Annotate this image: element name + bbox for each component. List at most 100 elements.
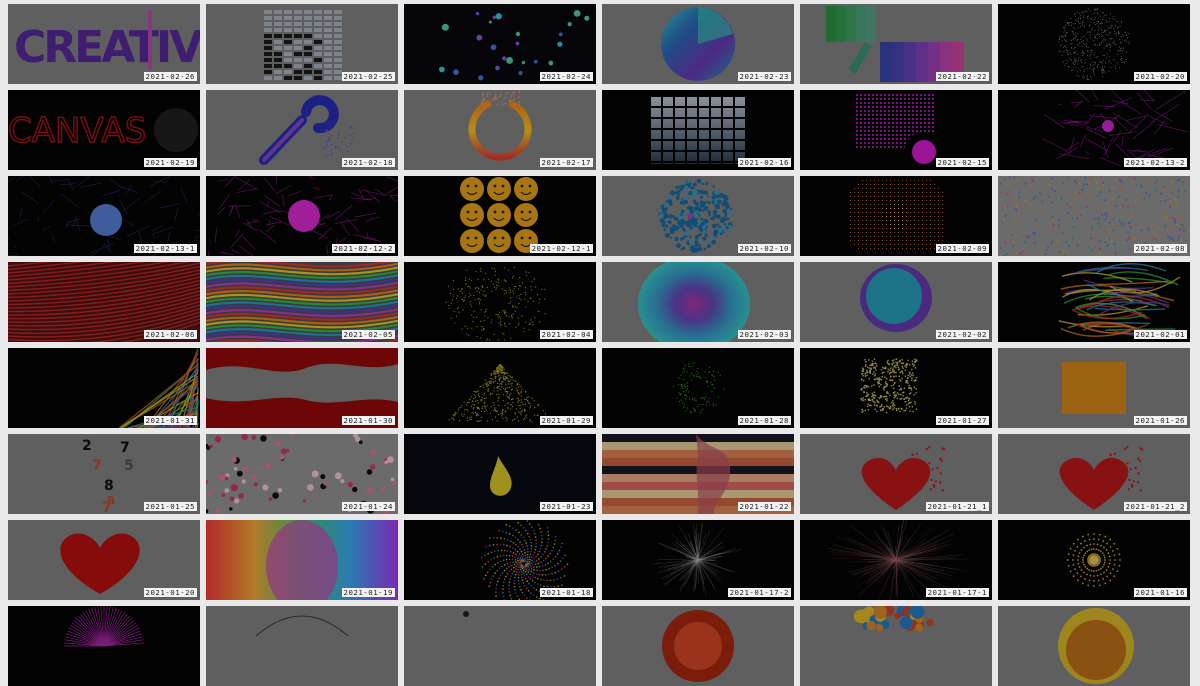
sketch-date-label: 2021-01-22 (738, 502, 792, 511)
sketch-thumbnail[interactable]: 2021-02-15 (800, 90, 992, 170)
sketch-thumbnail[interactable]: 2021-02-25 (206, 4, 398, 84)
sketch-date-label: 2021-01-17-2 (728, 588, 791, 597)
sketch-thumbnail[interactable] (8, 606, 200, 686)
sketch-thumbnail[interactable]: 2021-01-20 (8, 520, 200, 600)
sketch-thumbnail[interactable]: 2021-01-26 (998, 348, 1190, 428)
sketch-thumbnail[interactable] (404, 606, 596, 686)
sketch-date-label: 2021-01-27 (936, 416, 990, 425)
svg-text:7: 7 (120, 440, 130, 456)
sketch-preview-image (998, 606, 1190, 686)
sketch-date-label: 2021-01-18 (540, 588, 594, 597)
sketch-thumbnail[interactable]: 2021-02-20 (998, 4, 1190, 84)
sketch-date-label: 2021-02-06 (144, 330, 198, 339)
sketch-date-label: 2021-01-21_1 (926, 502, 989, 511)
sketch-date-label: 2021-01-29 (540, 416, 594, 425)
sketch-date-label: 2021-02-03 (738, 330, 792, 339)
sketch-date-label: 2021-01-28 (738, 416, 792, 425)
sketch-thumbnail[interactable]: CANVAS 2021-02-19 (8, 90, 200, 170)
sketch-date-label: 2021-02-17 (540, 158, 594, 167)
sketch-thumbnail[interactable]: 2021-01-16 (998, 520, 1190, 600)
sketch-date-label: 2021-02-18 (342, 158, 396, 167)
sketch-preview-image (8, 606, 200, 686)
sketch-thumbnail[interactable]: 2021-01-27 (800, 348, 992, 428)
sketch-date-label: 2021-01-31 (144, 416, 198, 425)
sketch-gallery: CREATIVE2021-02-26 2021-02-25 2021-02-24 20… (0, 0, 1200, 630)
sketch-thumbnail[interactable]: 2021-02-06 (8, 262, 200, 342)
sketch-date-label: 2021-01-26 (1134, 416, 1188, 425)
sketch-date-label: 2021-02-20 (1134, 72, 1188, 81)
sketch-thumbnail[interactable]: 2021-01-23 (404, 434, 596, 514)
sketch-thumbnail[interactable]: 2021-01-29 (404, 348, 596, 428)
sketch-thumbnail[interactable]: 2021-01-19 (206, 520, 398, 600)
sketch-thumbnail[interactable]: 2021-02-22 (800, 4, 992, 84)
sketch-thumbnail[interactable] (602, 606, 794, 686)
sketch-thumbnail[interactable]: 2021-02-03 (602, 262, 794, 342)
sketch-thumbnail[interactable]: 2021-02-08 (998, 176, 1190, 256)
sketch-thumbnail[interactable]: 2021-02-05 (206, 262, 398, 342)
sketch-date-label: 2021-02-24 (540, 72, 594, 81)
sketch-thumbnail[interactable]: 27758a72021-01-25 (8, 434, 200, 514)
sketch-thumbnail[interactable]: 2021-02-12-2 (206, 176, 398, 256)
sketch-thumbnail[interactable] (206, 606, 398, 686)
sketch-thumbnail[interactable]: 2021-02-13-2 (998, 90, 1190, 170)
sketch-thumbnail[interactable]: 2021-02-02 (800, 262, 992, 342)
svg-text:7: 7 (102, 500, 112, 514)
sketch-thumbnail[interactable]: 2021-01-18 (404, 520, 596, 600)
sketch-preview-image (206, 606, 398, 686)
sketch-preview-image (800, 606, 992, 686)
sketch-date-label: 2021-02-12-2 (332, 244, 395, 253)
sketch-thumbnail[interactable]: 2021-02-18 (206, 90, 398, 170)
sketch-date-label: 2021-01-24 (342, 502, 396, 511)
svg-text:CREATIVE: CREATIVE (14, 22, 200, 73)
sketch-thumbnail[interactable]: 2021-01-21_2 (998, 434, 1190, 514)
sketch-date-label: 2021-02-08 (1134, 244, 1188, 253)
sketch-date-label: 2021-01-30 (342, 416, 396, 425)
sketch-thumbnail[interactable]: CREATIVE2021-02-26 (8, 4, 200, 84)
sketch-date-label: 2021-01-23 (540, 502, 594, 511)
sketch-date-label: 2021-02-16 (738, 158, 792, 167)
svg-text:5: 5 (124, 458, 134, 474)
sketch-thumbnail[interactable]: 2021-02-16 (602, 90, 794, 170)
svg-text:CANVAS: CANVAS (8, 111, 146, 151)
sketch-date-label: 2021-01-20 (144, 588, 198, 597)
sketch-date-label: 2021-02-25 (342, 72, 396, 81)
sketch-date-label: 2021-02-02 (936, 330, 990, 339)
sketch-thumbnail[interactable]: 2021-02-09 (800, 176, 992, 256)
sketch-date-label: 2021-01-16 (1134, 588, 1188, 597)
sketch-thumbnail[interactable] (800, 606, 992, 686)
sketch-thumbnail[interactable]: 2021-02-17 (404, 90, 596, 170)
sketch-thumbnail[interactable]: 2021-02-23 (602, 4, 794, 84)
sketch-date-label: 2021-02-01 (1134, 330, 1188, 339)
sketch-date-label: 2021-02-19 (144, 158, 198, 167)
sketch-thumbnail[interactable]: 2021-02-13-1 (8, 176, 200, 256)
sketch-thumbnail[interactable]: 2021-01-28 (602, 348, 794, 428)
sketch-thumbnail[interactable]: 2021-01-22 (602, 434, 794, 514)
sketch-thumbnail[interactable]: 2021-01-21_1 (800, 434, 992, 514)
sketch-date-label: 2021-01-25 (144, 502, 198, 511)
sketch-thumbnail[interactable]: 2021-01-24 (206, 434, 398, 514)
sketch-preview-image (602, 606, 794, 686)
sketch-date-label: 2021-02-13-2 (1124, 158, 1187, 167)
svg-text:7: 7 (92, 458, 102, 474)
sketch-date-label: 2021-02-12-1 (530, 244, 593, 253)
sketch-date-label: 2021-01-17-1 (926, 588, 989, 597)
sketch-thumbnail[interactable]: 2021-01-31 (8, 348, 200, 428)
sketch-preview-image (404, 606, 596, 686)
sketch-thumbnail[interactable]: 2021-02-01 (998, 262, 1190, 342)
sketch-date-label: 2021-01-19 (342, 588, 396, 597)
sketch-date-label: 2021-02-23 (738, 72, 792, 81)
sketch-date-label: 2021-02-09 (936, 244, 990, 253)
sketch-date-label: 2021-02-04 (540, 330, 594, 339)
sketch-date-label: 2021-02-05 (342, 330, 396, 339)
svg-text:2: 2 (82, 438, 92, 454)
sketch-date-label: 2021-02-15 (936, 158, 990, 167)
sketch-thumbnail[interactable]: 2021-01-17-1 (800, 520, 992, 600)
sketch-thumbnail[interactable] (998, 606, 1190, 686)
sketch-thumbnail[interactable]: 2021-02-12-1 (404, 176, 596, 256)
sketch-thumbnail[interactable]: 2021-01-30 (206, 348, 398, 428)
sketch-thumbnail[interactable]: 2021-01-17-2 (602, 520, 794, 600)
sketch-thumbnail[interactable]: 2021-02-24 (404, 4, 596, 84)
sketch-thumbnail[interactable]: 2021-02-10 (602, 176, 794, 256)
sketch-thumbnail[interactable]: 2021-02-04 (404, 262, 596, 342)
sketch-date-label: 2021-01-21_2 (1124, 502, 1187, 511)
